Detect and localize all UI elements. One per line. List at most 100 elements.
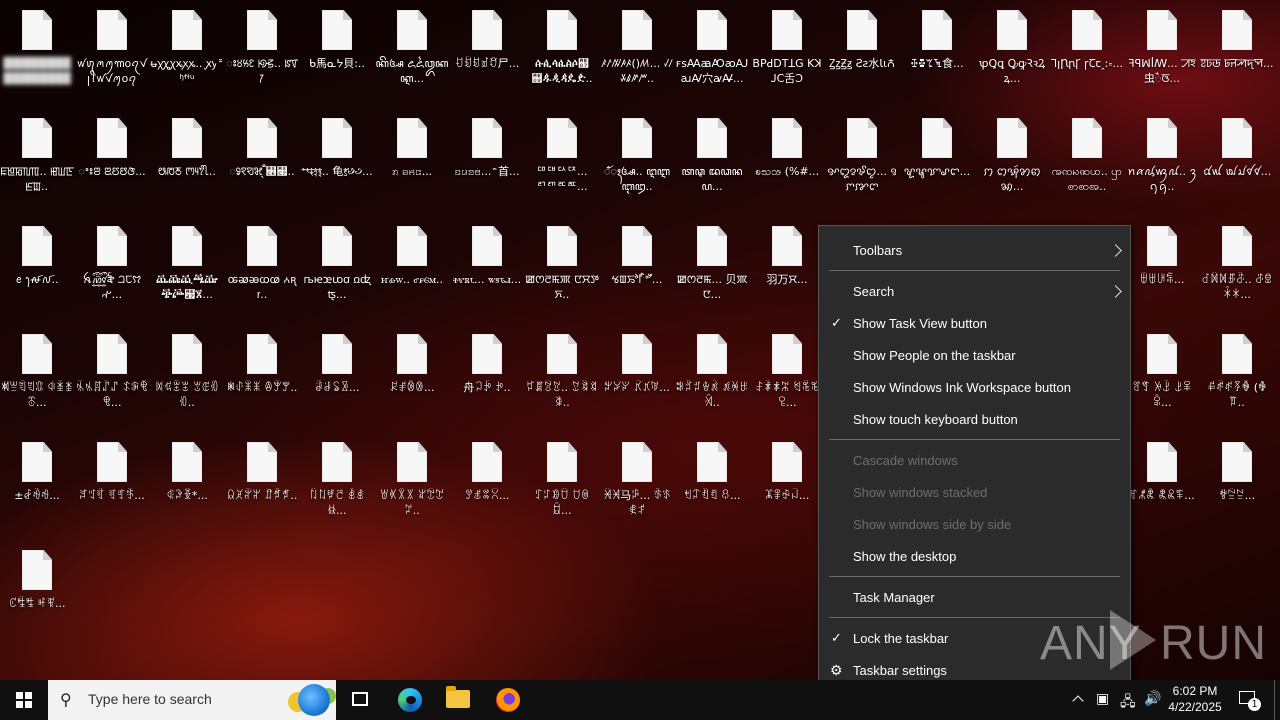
desktop-file-icon[interactable]: ꣲꣳꣴꣵꣶ.. 龟ꣷ꣸꣹... <box>300 108 374 212</box>
desktop-file-icon[interactable]: ꂠꂡꂢꂣ... <box>300 324 374 428</box>
desktop-file-icon[interactable]: ꭀꭁꭂꭃꭄ ꭅꭆꭇ.. <box>225 216 299 320</box>
desktop-file-icon[interactable]: ꆠꆡꆢ*... <box>150 432 224 536</box>
desktop-file-icon[interactable]: ꤢꤣꤤꤥꤦ... ꤧꤨꤩ首... <box>450 108 524 212</box>
desktop-file-icon[interactable]: ±ꆀꆁꆂ... <box>0 432 74 536</box>
desktop-file-icon[interactable]: ꈠꈡꈢꈣ... <box>750 432 824 536</box>
desktop-file-icon[interactable]: ꄀꄁꄂꄃꄄ ꄅꄆꄇꄈ.. <box>675 324 749 428</box>
desktop-file-label: ꓐꓑꓒꓓꓔꓕꓖ ꓗꓘꓙꓚ舌ꓛ <box>752 57 822 85</box>
desktop-file-icon[interactable]: ꢰꢱꢲ ꢳꢴꢵꢶꢷ.. <box>150 108 224 212</box>
desktop-file-icon[interactable]: ᑲ馬ᓇᔭ貝:.. <box>300 0 374 104</box>
desktop-file-icon[interactable]: ꅰꅱꅲꅳꅴ (ꅵꅶ.. <box>1200 324 1274 428</box>
file-explorer-taskbar-button[interactable] <box>434 680 482 720</box>
desktop-file-icon[interactable]: ꙀꙁꙂꙃ Ꙅꙅ水ꙆꙇꙈ <box>825 0 899 104</box>
taskbar-search-box[interactable]: ⚲ Type here to search <box>48 680 336 720</box>
desktop-file-icon[interactable]: ꃐꃑꃒꃓ.. ꃔꃕꃖꃗ.. <box>525 324 599 428</box>
desktop-file-icon[interactable]: ꁰꁱꁲꁳꁴ ꁵꁶꁷꁸ... <box>75 324 149 428</box>
desktop-file-icon[interactable]: ꊀꊁꊂ... <box>1200 432 1274 536</box>
action-center-button[interactable]: 1 <box>1234 680 1264 720</box>
desktop-file-icon[interactable]: ꆐꆑꆒ ꆓꆔꆕ... <box>75 432 149 536</box>
desktop-file-icon[interactable]: ꢀꢁꢂ ꢃꢄꢅꢆ... <box>75 108 149 212</box>
desktop-file-icon[interactable]: ꔀꔁꔂꔃ食... <box>900 0 974 104</box>
desktop-file-icon[interactable]: ꁐꁑꁒꁓꁔ.. ꁕꁖꁗꁘ... <box>1200 216 1274 320</box>
desktop-file-icon[interactable]: ꁠꁡꁢꁣꁤ ꁥꁦꁧꁨ... <box>0 324 74 428</box>
desktop-file-icon[interactable]: ꮀꮁꮂꮃ.. ꮄꮅꮆꮇ.. <box>375 216 449 320</box>
menu-item-search[interactable]: Search <box>819 277 1130 307</box>
tray-network-button[interactable]: 🖧 <box>1118 680 1138 720</box>
desktop-file-icon[interactable]: ꝕꝖꝗ ꝘꝙꝚꝛꝜꝝ... <box>975 0 1049 104</box>
menu-item-task-manager[interactable]: Task Manager <box>819 583 1130 613</box>
desktop-file-icon[interactable]: ꧠꧡꧢ (%#... <box>750 108 824 212</box>
desktop-file-icon[interactable]: ꇀꇁꇂꇃ ꇄꇅꇆ... <box>300 432 374 536</box>
desktop-file-icon[interactable]: ꫝ꫞꫟ ꫠꫡꫢꫣ... <box>75 216 149 320</box>
desktop-file-icon[interactable]: ꟻꟼꟽꟾꟿ... ꠀꠁ虫ꠂꠃ... <box>1125 0 1199 104</box>
edge-taskbar-button[interactable] <box>386 680 434 720</box>
desktop-file-icon[interactable]: ꬠꬡꬢꬣꬤ ꬥꬦ꬧ꬨ... <box>150 216 224 320</box>
desktop-file-icon[interactable]: ꦏꦼꦄ ꦌꦍꦎꦏꦐ... <box>375 0 449 104</box>
desktop-file-icon[interactable]: ꊐꊑꊒ ꊓꊔ... <box>0 540 74 644</box>
menu-separator <box>829 270 1120 271</box>
desktop-file-icon[interactable]: ꤰꤱꤲꤳꤴ()ꤵ... ꤶꤷꤸꤹꤺꤻ.. <box>600 0 674 104</box>
desktop-file-icon[interactable]: ꪠꪡ ꪢꪣꪤꪥ... <box>1200 108 1274 212</box>
desktop-file-icon[interactable]: ꞀꞁꞂꞃꞄ ꞅꞆꞇꞈ꞉꞊... <box>1050 0 1124 104</box>
desktop-file-icon[interactable]: ꈐꈑꈒꈓ ꈔ... <box>675 432 749 536</box>
desktop-file-icon[interactable]: 羽万ꯆ... <box>750 216 824 320</box>
desktop-file-icon[interactable]: ꯠꯡꯢꯣꯤ ꯥꯦꯧ... <box>600 216 674 320</box>
desktop-file-icon[interactable]: ꫀ ꫁ꫂꫛꫜ.. <box>0 216 74 320</box>
desktop-file-icon[interactable]: ꇐꇑꇒꇓ ꇔꇕꇖꇗ.. <box>375 432 449 536</box>
desktop-file-icon[interactable]: ꂀꂁꂂꂃ ꂄꂅꂆꂇ.. <box>150 324 224 428</box>
show-desktop-button[interactable] <box>1274 680 1280 720</box>
tray-volume-button[interactable]: 🔊 <box>1142 680 1162 720</box>
desktop-file-icon[interactable]: ꥠꥡꥢꥣ... ꥤꥥꥦꥧ... <box>525 108 599 212</box>
desktop-file-icon[interactable]: ꮠꮡꮢꮣ... ꮤꮥꮦꮧ... <box>450 216 524 320</box>
desktop-file-icon[interactable]: ꂐꂑꂒꂓ ꂔꂕꂖ.. <box>225 324 299 428</box>
menu-item-show-people[interactable]: Show People on the taskbar <box>819 341 1130 371</box>
desktop-file-icon[interactable]: ꦀꦁꦂꦃꦄ.. ꦅꦆꦇꦈ.. <box>600 108 674 212</box>
desktop-file-icon[interactable]: ꇰꇱꇲꇳ ꇴꇵꇶ... <box>525 432 599 536</box>
desktop-file-icon[interactable]: ꨠꨡꨢꨣꨤ... <box>900 108 974 212</box>
desktop-file-icon[interactable]: ꁀꁁꁂꁃ... <box>1125 216 1199 320</box>
volume-icon: 🔊 <box>1144 691 1162 707</box>
desktop-file-icon[interactable]: ꄐꄑꄒꄓ ꄔꄕꄖꄗ... <box>750 324 824 428</box>
desktop-file-icon[interactable]: ꩠꩡꩢꩣꩤ.. ꩥꩦꩧꩨ.. <box>1050 108 1124 212</box>
desktop-file-icon[interactable]: ꂰꂱꂲꂳ... <box>375 324 449 428</box>
desktop-file-icon[interactable]: ꭏꭓꭔꭕꭖꭗꭘ.. ꭙꭚ꭛ꭜꭝꭞꭟ <box>150 0 224 104</box>
firefox-taskbar-button[interactable] <box>484 680 532 720</box>
desktop-file-icon[interactable]: ꠐꠑꠒ ꠓꠔꠕꠖꠗ... <box>1200 0 1274 104</box>
desktop-file-icon[interactable]: ꬁꬂꬃꬄꬅꬆ꬇ ꬈ꬉꬊꬋꬌꬍ.. <box>525 0 599 104</box>
desktop-file-icon[interactable]: ꢁ꣔꣕꣖ ꡟꡝ.. ꡰꡱ <box>225 0 299 104</box>
desktop-file-icon[interactable]: ꩀ ꩁꩂꩃꩄꩅꩆ... <box>975 108 1049 212</box>
menu-item-show-desktop[interactable]: Show the desktop <box>819 542 1130 572</box>
menu-item-show-touch-keyboard[interactable]: Show touch keyboard button <box>819 405 1130 435</box>
desktop-file-icon[interactable]: ꜰꜱꜲꜳꜴꜵꜶ ꜷꜸ穴ꜹꜺ... <box>675 0 749 104</box>
desktop-file-icon[interactable]: ▓▓▓▓▓▓▓▓ ▓▓▓▓▓▓▓▓ <box>0 0 74 104</box>
tray-defender-button[interactable]: ▣ <box>1094 680 1114 720</box>
menu-item-show-ink-workspace[interactable]: Show Windows Ink Workspace button <box>819 373 1130 403</box>
desktop-file-icon[interactable]: ꓐꓑꓒꓓꓔꓕꓖ ꓗꓘꓙꓚ舌ꓛ <box>750 0 824 104</box>
desktop-file-icon[interactable]: ꈀꈁ马ꈂ... ꈃꈄꈅꈆ <box>600 432 674 536</box>
file-icon <box>1222 442 1252 482</box>
desktop-file-icon[interactable]: ꪀꪁꪂꪃꪄ.. ꪅꪆꪇ.. <box>1125 108 1199 212</box>
desktop-file-icon[interactable]: ꃠꃡꃢ ꃣꃤꃥ... <box>600 324 674 428</box>
desktop-file-icon[interactable]: ꦠꦡ ꦢꦣꦤꦥ... <box>675 108 749 212</box>
desktop-file-icon[interactable]: ꨀꨁꨂꨃꨄ... ꨅꨆꨇꨈ <box>825 108 899 212</box>
desktop-file-icon[interactable]: ꡀꡁꡂꡃꡄ.. ꡅꡆꡇꡈꡉ.. <box>0 108 74 212</box>
desktop-file-icon[interactable]: 舟ꃀꃁ ꃂ.. <box>450 324 524 428</box>
menu-item-show-task-view[interactable]: ✓ Show Task View button <box>819 309 1130 339</box>
desktop-file-icon[interactable]: ꀀꀁꀂꀃꀄ尸... <box>450 0 524 104</box>
desktop-file-icon[interactable]: ꤊ ꤋꤌꤍ... <box>375 108 449 212</box>
show-hidden-icons-button[interactable] <box>1070 680 1088 720</box>
desktop-file-icon[interactable]: ꅠꅡ ꅢꅣ ꅤꅥꅦ... <box>1125 324 1199 428</box>
taskbar-clock[interactable]: 6:02 PM 4/22/2025 <box>1166 680 1224 720</box>
desktop-file-icon[interactable]: ꇠꇡꇢꇣ... <box>450 432 524 536</box>
task-view-button[interactable] <box>336 680 384 720</box>
desktop-file-label: ꜰꜱꜲꜳꜴꜵꜶ ꜷꜸ穴ꜹꜺ... <box>675 57 749 85</box>
desktop-file-icon[interactable]: ꪝꪨꪔꪑ꧑꧐ꪖꪚ ꧊ꪻꪝꪚꪑ꧐ꪖ <box>75 0 149 104</box>
desktop-file-icon[interactable]: ꉰꉱꉲ ꉳꉴꉵ... <box>1125 432 1199 536</box>
desktop-file-icon[interactable]: ꯀꯁꯂꯃ... 贝ꯄꯅ... <box>675 216 749 320</box>
desktop-file-icon[interactable]: ꭠꭡꭢꭣꭤ ꭥꭦꭧ... <box>300 216 374 320</box>
menu-item-toolbars[interactable]: Toolbars <box>819 236 1130 266</box>
desktop-file-icon[interactable]: ꯀꯁꯂꯃꯄ ꯅꯆꯇꯈ.. <box>525 216 599 320</box>
desktop-file-icon[interactable]: ꆰꆱꆲꆳ ꆴꆵꆶ.. <box>225 432 299 536</box>
desktop-file-icon[interactable]: ꣀꣁꣂꣃ ꣄ꣅ꣆꣇.. <box>225 108 299 212</box>
start-button[interactable] <box>0 680 48 720</box>
